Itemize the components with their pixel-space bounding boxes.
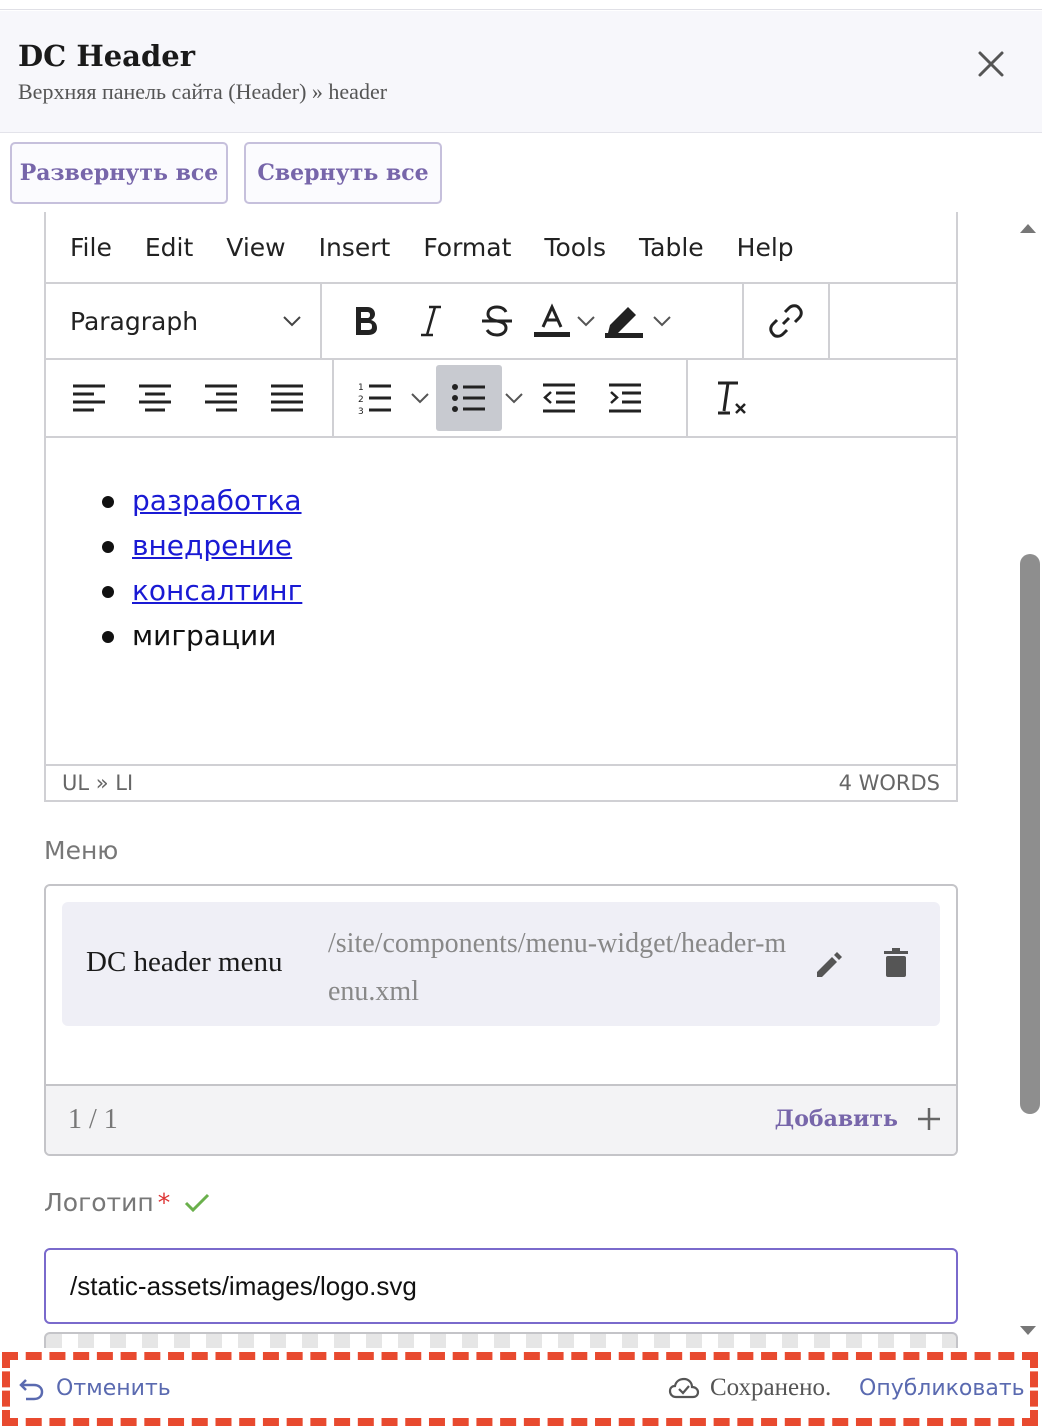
scroll-up-icon[interactable] xyxy=(1020,224,1036,233)
editor-menubar: File Edit View Insert Format Tools Table… xyxy=(46,212,956,282)
bullet-list: разработка внедрение консалтинг миграции xyxy=(101,478,302,658)
list-item-text: миграции xyxy=(132,619,277,652)
menu-help[interactable]: Help xyxy=(737,233,794,262)
check-icon xyxy=(185,1193,210,1212)
align-right-icon[interactable] xyxy=(188,365,254,431)
menu-field: DC header menu /site/components/menu-wid… xyxy=(44,884,958,1156)
menu-item-path: /site/components/menu-widget/header-menu… xyxy=(328,928,787,1007)
highlight-icon[interactable] xyxy=(598,288,650,354)
scrollbar[interactable] xyxy=(1000,212,1042,1348)
required-mark: * xyxy=(157,1188,171,1217)
word-count: 4 WORDS xyxy=(838,771,940,795)
logo-label-text: Логотип xyxy=(44,1188,154,1217)
save-status: Сохранено. xyxy=(668,1374,831,1402)
bullet-list-icon[interactable] xyxy=(436,365,502,431)
text-style-group xyxy=(322,284,744,358)
svg-text:1: 1 xyxy=(358,383,364,393)
undo-icon xyxy=(19,1378,44,1400)
menu-item-count: 1 / 1 xyxy=(68,1104,118,1135)
list-item: миграции xyxy=(101,613,302,658)
dialog-footer: Отменить Сохранено. Опубликовать xyxy=(0,1348,1042,1428)
clear-formatting-icon[interactable] xyxy=(698,365,764,431)
svg-text:3: 3 xyxy=(358,407,364,415)
chevron-down-icon[interactable] xyxy=(408,365,432,431)
form-scroll-area: File Edit View Insert Format Tools Table… xyxy=(0,212,1042,1348)
menu-field-label: Меню xyxy=(44,836,119,865)
italic-icon[interactable] xyxy=(398,288,464,354)
publish-button[interactable]: Опубликовать xyxy=(859,1376,1025,1401)
list-item-link[interactable]: разработка xyxy=(132,484,302,517)
align-center-icon[interactable] xyxy=(122,365,188,431)
menu-file[interactable]: File xyxy=(70,233,112,262)
menu-view[interactable]: View xyxy=(226,233,285,262)
menu-item-name: DC header menu xyxy=(86,946,283,978)
chevron-down-icon xyxy=(283,316,301,327)
dialog-header: DC Header Верхняя панель сайта (Header) … xyxy=(0,11,1042,133)
dialog-title: DC Header xyxy=(18,39,195,73)
list-item: консалтинг xyxy=(101,568,302,613)
editor-statusbar: UL » LI 4 WORDS xyxy=(46,764,956,800)
svg-text:2: 2 xyxy=(358,395,364,405)
logo-input[interactable]: /static-assets/images/logo.svg xyxy=(44,1248,958,1324)
menu-tools[interactable]: Tools xyxy=(544,233,606,262)
menu-field-footer: 1 / 1 Добавить xyxy=(46,1084,956,1154)
logo-field-label: Логотип * xyxy=(44,1188,210,1217)
menu-table[interactable]: Table xyxy=(639,233,704,262)
indent-icon[interactable] xyxy=(592,365,658,431)
dialog-subtitle: Верхняя панель сайта (Header) » header xyxy=(18,79,388,104)
alignment-group xyxy=(46,360,334,436)
collapse-all-button[interactable]: Свернуть все xyxy=(244,142,442,204)
logo-input-value: /static-assets/images/logo.svg xyxy=(70,1270,417,1301)
align-justify-icon[interactable] xyxy=(254,365,320,431)
list-group: 1 2 3 xyxy=(334,360,688,436)
menu-insert[interactable]: Insert xyxy=(319,233,391,262)
scroll-thumb[interactable] xyxy=(1020,554,1040,1114)
editor-toolbar-row-1: Paragraph xyxy=(46,282,956,360)
chevron-down-icon[interactable] xyxy=(574,288,598,354)
cancel-label: Отменить xyxy=(56,1376,171,1401)
strikethrough-icon[interactable] xyxy=(464,288,530,354)
add-menu-button[interactable]: Добавить xyxy=(775,1106,898,1132)
pencil-icon[interactable] xyxy=(814,950,844,984)
list-item-link[interactable]: внедрение xyxy=(132,529,292,562)
editor-content[interactable]: разработка внедрение консалтинг миграции xyxy=(46,438,956,764)
block-format-select[interactable]: Paragraph xyxy=(46,284,322,358)
trash-icon[interactable] xyxy=(884,948,908,982)
logo-preview xyxy=(44,1332,958,1348)
chevron-down-icon[interactable] xyxy=(502,365,526,431)
text-color-icon[interactable] xyxy=(530,288,574,354)
rich-text-editor: File Edit View Insert Format Tools Table… xyxy=(44,212,958,802)
link-group xyxy=(744,284,830,358)
close-icon[interactable] xyxy=(976,49,1006,79)
plus-icon[interactable] xyxy=(916,1106,942,1136)
bold-icon[interactable] xyxy=(332,288,398,354)
element-path[interactable]: UL » LI xyxy=(62,771,133,795)
list-item: внедрение xyxy=(101,523,302,568)
clear-format-group xyxy=(688,360,774,436)
block-format-value: Paragraph xyxy=(70,306,199,336)
menu-format[interactable]: Format xyxy=(423,233,511,262)
numbered-list-icon[interactable]: 1 2 3 xyxy=(342,365,408,431)
saved-label: Сохранено. xyxy=(710,1374,832,1401)
cloud-check-icon xyxy=(668,1377,700,1399)
chevron-down-icon[interactable] xyxy=(650,288,674,354)
expand-all-button[interactable]: Развернуть все xyxy=(10,142,228,204)
outdent-icon[interactable] xyxy=(526,365,592,431)
link-icon[interactable] xyxy=(753,288,819,354)
list-item-link[interactable]: консалтинг xyxy=(132,574,302,607)
editor-toolbar-row-2: 1 2 3 xyxy=(46,360,956,438)
list-item: разработка xyxy=(101,478,302,523)
align-left-icon[interactable] xyxy=(56,365,122,431)
cancel-button[interactable]: Отменить xyxy=(18,1376,171,1401)
menu-item-row[interactable]: DC header menu /site/components/menu-wid… xyxy=(62,902,940,1026)
menu-edit[interactable]: Edit xyxy=(145,233,193,262)
top-strip xyxy=(0,0,1042,10)
scroll-down-icon[interactable] xyxy=(1020,1326,1036,1335)
expand-collapse-row: Развернуть все Свернуть все xyxy=(0,134,1042,212)
